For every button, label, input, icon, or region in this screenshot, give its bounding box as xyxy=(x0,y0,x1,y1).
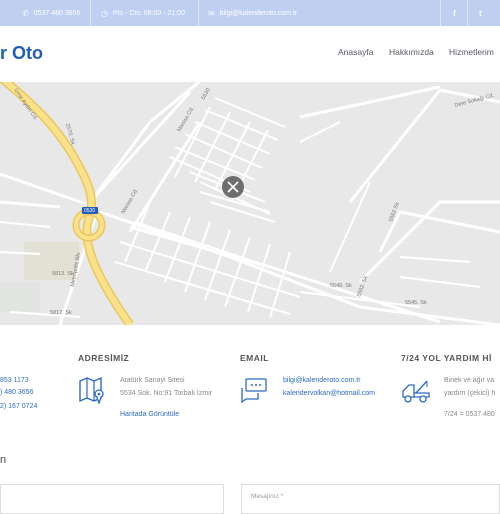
map-icon xyxy=(79,376,104,404)
topbar-divider xyxy=(90,0,91,26)
phone-icon: ✆ xyxy=(22,8,29,18)
topbar-phone-text: 0537 480 3656 xyxy=(33,9,81,17)
email-link[interactable]: bilgi@kalenderoto.com.tr xyxy=(283,375,361,386)
form-field[interactable] xyxy=(0,484,224,514)
message-field[interactable]: Mesajınız * xyxy=(241,484,500,514)
tow-text: 7/24 = 0537 480 xyxy=(444,411,495,418)
tow-text: yardım (çekici) h xyxy=(444,390,496,397)
clock-icon: ◷ xyxy=(101,8,108,18)
tow-truck-icon xyxy=(402,380,430,403)
facebook-icon[interactable]: f xyxy=(453,0,456,26)
phone-number[interactable]: 2) 167 0724 xyxy=(0,401,37,412)
phone-number[interactable]: 853 1173 xyxy=(0,375,29,386)
email-link[interactable]: kalendervolkan@hotmail.com xyxy=(283,388,375,399)
location-map[interactable]: İzmir Aydın Cd. 2570. Sk Manisa Cd. Mani… xyxy=(0,82,500,325)
phone-number[interactable]: ) 480 3656 xyxy=(0,387,33,398)
site-header: r Oto Anasayfa Hakkımızda Hizmetlerim xyxy=(0,26,500,82)
map-link[interactable]: Haritada Görüntüle xyxy=(120,409,179,420)
tow-title: 7/24 YOL YARDIM Hİ xyxy=(401,353,492,363)
tow-text: Binek ve ağır va xyxy=(444,377,495,384)
map-area-patch xyxy=(0,282,40,312)
top-info-bar: ✆ 0537 480 3656 ◷ Pts - Cts: 08:00 - 21:… xyxy=(0,0,500,26)
nav-item-home[interactable]: Anasayfa xyxy=(338,47,373,57)
address-line: 5534 Sok. No:91 Torbalı İzmir xyxy=(120,390,213,397)
topbar-hours-text: Pts - Cts: 08:00 - 21:00 xyxy=(112,9,185,17)
twitter-glyph: t xyxy=(479,8,482,18)
nav-item-about[interactable]: Hakkımızda xyxy=(389,47,434,57)
form-title: n xyxy=(0,454,7,466)
facebook-glyph: f xyxy=(453,8,456,18)
topbar-phone[interactable]: ✆ 0537 480 3656 xyxy=(22,0,80,26)
map-label: 5817. Sk xyxy=(50,310,72,316)
message-placeholder: Mesajınız * xyxy=(251,493,284,500)
topbar-divider xyxy=(198,0,199,26)
site-logo[interactable]: r Oto xyxy=(0,43,43,64)
email-title: EMAIL xyxy=(240,353,269,363)
twitter-icon[interactable]: t xyxy=(479,0,482,26)
map-label: 0530 xyxy=(84,208,95,214)
map-label: 5549. Sk xyxy=(330,283,352,289)
nav-item-services[interactable]: Hizmetlerim xyxy=(449,47,494,57)
address-line: Atatürk Sanayi Sitesi xyxy=(120,377,185,384)
chat-icon xyxy=(241,378,267,404)
topbar-divider xyxy=(440,0,441,26)
map-label: 5813. Sk xyxy=(52,271,74,277)
topbar-divider xyxy=(467,0,468,26)
map-canvas: İzmir Aydın Cd. 2570. Sk Manisa Cd. Mani… xyxy=(0,82,500,325)
map-label: 5545. Sk xyxy=(405,300,427,306)
topbar-email[interactable]: ✉ bilgi@kalenderoto.com.tr xyxy=(208,0,297,26)
mail-icon: ✉ xyxy=(208,8,215,18)
address-title: ADRESİMİZ xyxy=(78,353,130,363)
topbar-hours: ◷ Pts - Cts: 08:00 - 21:00 xyxy=(101,0,185,26)
contact-section: 853 1173 ) 480 3656 2) 167 0724 ADRESİMİ… xyxy=(0,325,500,443)
topbar-email-text: bilgi@kalenderoto.com.tr xyxy=(219,9,298,17)
